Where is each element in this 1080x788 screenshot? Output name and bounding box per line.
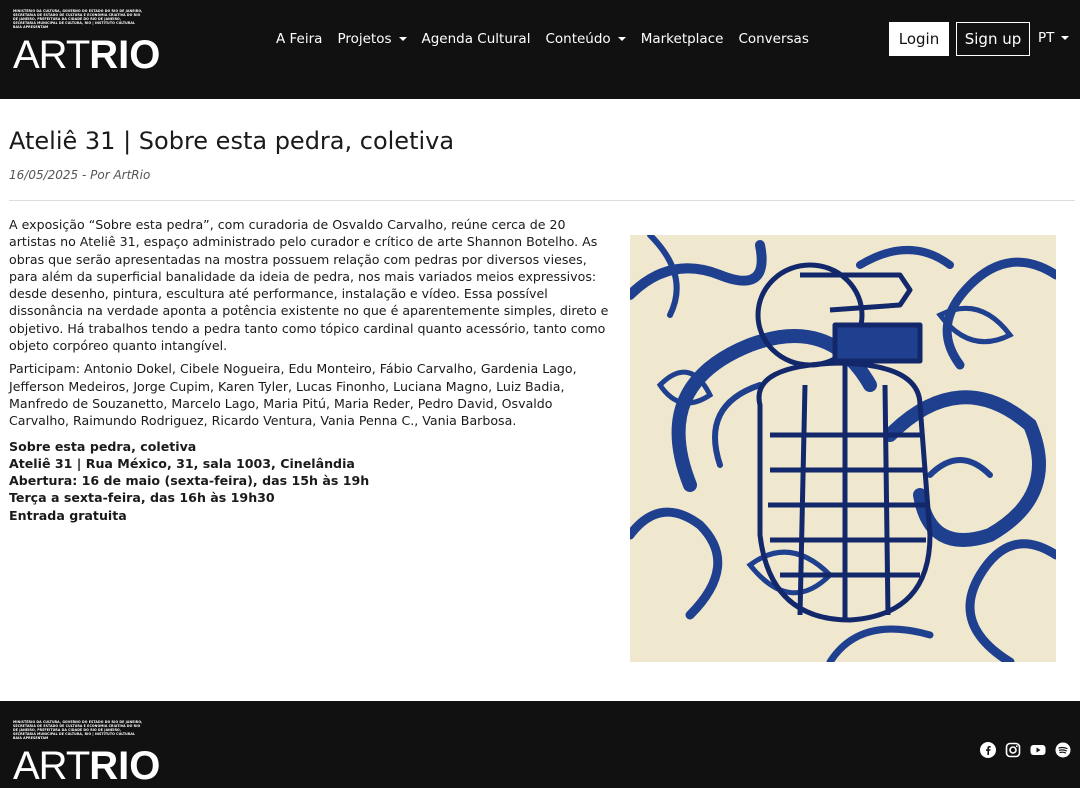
nav-item-conversas[interactable]: Conversas — [738, 30, 808, 48]
event-name: Sobre esta pedra, coletiva — [9, 438, 197, 454]
article-body: A exposição “Sobre esta pedra”, com cura… — [9, 216, 613, 524]
divider — [9, 200, 1075, 201]
artrio-logo[interactable]: Ministério da Cultura, Governo do Estado… — [13, 9, 160, 77]
site-footer: Ministério da Cultura, Governo do Estado… — [0, 701, 1080, 788]
logo-text-thin: ART — [13, 744, 90, 788]
language-selector[interactable]: PT — [1038, 30, 1070, 46]
artrio-logo[interactable]: Ministério da Cultura, Governo do Estado… — [13, 720, 160, 788]
nav-label: Conversas — [738, 31, 809, 47]
nav-item-conteudo[interactable]: Conteúdo — [545, 30, 626, 48]
page-title: Ateliê 31 | Sobre esta pedra, coletiva — [9, 127, 455, 155]
participants-paragraph: Participam: Antonio Dokel, Cibele Noguei… — [9, 361, 577, 429]
nav-item-a-feira[interactable]: A Feira — [276, 30, 322, 48]
instagram-icon[interactable] — [1005, 742, 1021, 758]
nav-item-marketplace[interactable]: Marketplace — [641, 30, 724, 48]
event-details: Sobre esta pedra, coletiva Ateliê 31 | R… — [9, 438, 613, 524]
nav-label: Agenda Cultural — [421, 31, 531, 47]
facebook-icon[interactable] — [980, 742, 996, 758]
logo-wordmark: ARTRIO — [13, 744, 160, 788]
social-links — [980, 742, 1071, 758]
logo-wordmark: ARTRIO — [13, 33, 160, 77]
nav-label: Marketplace — [640, 31, 724, 47]
nav-label: Conteúdo — [545, 31, 611, 47]
spotify-icon[interactable] — [1055, 742, 1071, 758]
signup-button[interactable]: Sign up — [956, 22, 1030, 56]
nav-label: A Feira — [276, 31, 323, 47]
chevron-down-icon — [617, 37, 626, 41]
event-location: Ateliê 31 | Rua México, 31, sala 1003, C… — [9, 455, 355, 471]
event-admission: Entrada gratuita — [9, 507, 127, 523]
chevron-down-icon — [1061, 36, 1070, 40]
logo-fineprint: Ministério da Cultura, Governo do Estado… — [13, 9, 143, 29]
site-header: Ministério da Cultura, Governo do Estado… — [0, 0, 1080, 99]
nav-label: Projetos — [337, 31, 392, 47]
chevron-down-icon — [398, 37, 407, 41]
logo-text-thin: ART — [13, 33, 90, 77]
nav-item-projetos[interactable]: Projetos — [337, 30, 407, 48]
intro-paragraph: A exposição “Sobre esta pedra”, com cura… — [9, 217, 609, 354]
nav-item-agenda-cultural[interactable]: Agenda Cultural — [422, 30, 531, 48]
post-meta: 16/05/2025 - Por ArtRio — [9, 168, 151, 182]
logo-fineprint: Ministério da Cultura, Governo do Estado… — [13, 720, 143, 740]
logo-text-bold: RIO — [89, 744, 161, 788]
event-hours: Terça a sexta-feira, das 16h às 19h30 — [9, 490, 275, 506]
login-button[interactable]: Login — [889, 22, 949, 56]
logo-text-bold: RIO — [89, 33, 161, 77]
language-label: PT — [1038, 30, 1055, 46]
youtube-icon[interactable] — [1030, 742, 1046, 758]
artwork-image — [630, 235, 1056, 662]
event-opening: Abertura: 16 de maio (sexta-feira), das … — [9, 473, 370, 489]
main-nav: A Feira Projetos Agenda Cultural Conteúd… — [276, 30, 809, 48]
